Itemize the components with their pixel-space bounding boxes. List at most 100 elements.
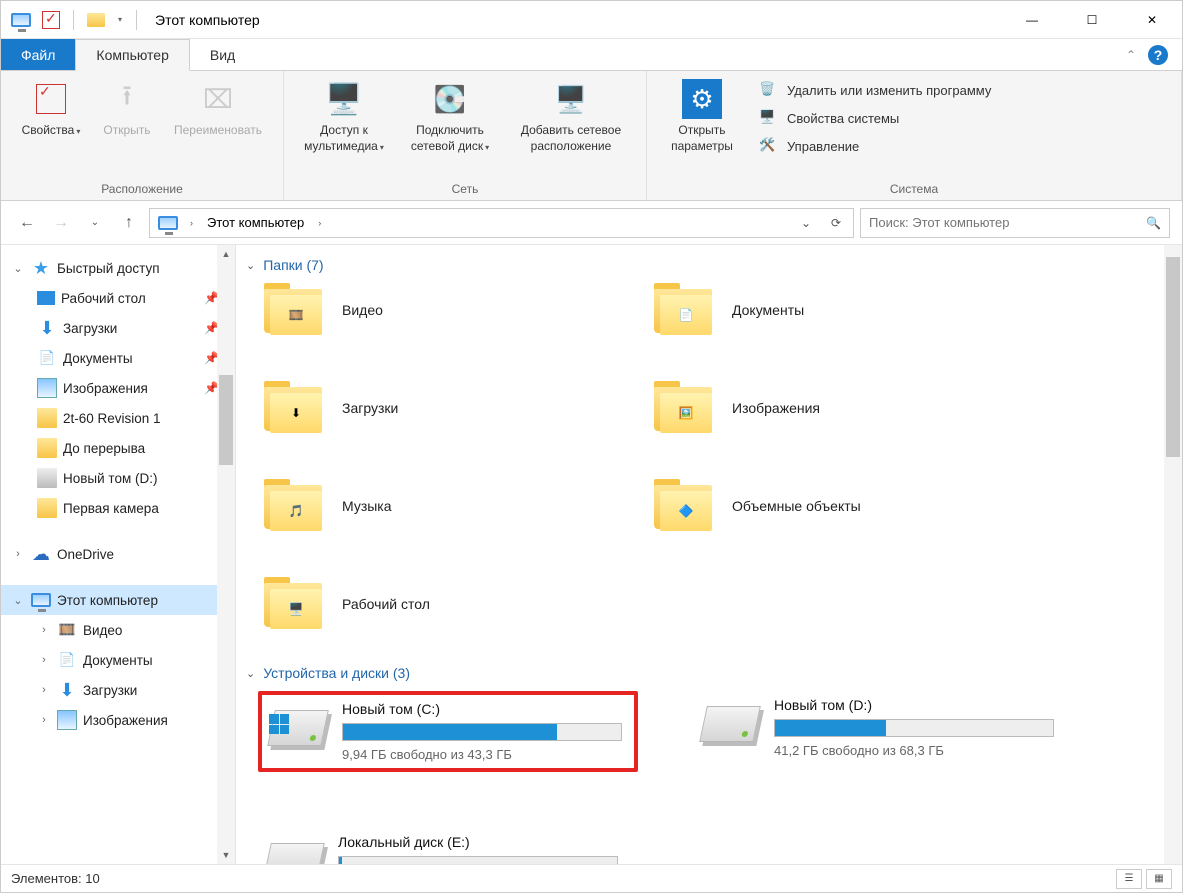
drives-grid: Новый том (C:) 9,94 ГБ свободно из 43,3 …	[246, 691, 1172, 864]
rename-icon: ⌧	[198, 79, 238, 119]
breadcrumb[interactable]: Этот компьютер	[201, 211, 310, 234]
sidebar-item-desktop[interactable]: Рабочий стол📌	[1, 283, 235, 313]
chevron-down-icon[interactable]: ⌄	[246, 667, 255, 680]
drive-info: Локальный диск (E:) 28,2 ГБ свободно из …	[338, 834, 632, 864]
expander-icon[interactable]: ⌄	[11, 594, 25, 607]
details-view-button[interactable]: ☰	[1116, 869, 1142, 889]
collapse-ribbon-icon[interactable]: ⌃	[1126, 48, 1136, 62]
qat-folder-icon[interactable]	[84, 8, 108, 32]
add-location-button[interactable]: 🖥️ Добавить сетевое расположение	[506, 75, 636, 154]
sidebar-item-documents[interactable]: 📄Документы📌	[1, 343, 235, 373]
section-header-folders[interactable]: ⌄ Папки (7)	[246, 253, 1172, 283]
sidebar-item-documents[interactable]: ›📄Документы	[1, 645, 235, 675]
sidebar-this-pc[interactable]: ⌄ Этот компьютер	[1, 585, 235, 615]
sidebar-item-folder[interactable]: До перерыва	[1, 433, 235, 463]
open-settings-button[interactable]: ⚙ Открыть параметры	[657, 75, 747, 154]
chevron-right-icon[interactable]: ›	[186, 218, 197, 228]
title-bar: ▾ Этот компьютер ― ☐ ✕	[1, 1, 1182, 39]
folder-item[interactable]: 🔷 Объемные объекты	[654, 479, 1034, 533]
monitor-icon	[31, 590, 51, 610]
forward-button[interactable]: →	[47, 209, 75, 237]
expander-icon[interactable]: ›	[37, 624, 51, 636]
sidebar-item-pictures[interactable]: Изображения📌	[1, 373, 235, 403]
tab-view[interactable]: Вид	[190, 39, 255, 70]
tab-computer[interactable]: Компьютер	[75, 39, 189, 71]
folder-label: Документы	[732, 302, 804, 318]
help-icon[interactable]: ?	[1148, 45, 1168, 65]
chevron-down-icon[interactable]: ⌄	[246, 259, 255, 272]
minimize-button[interactable]: ―	[1002, 1, 1062, 39]
chevron-right-icon[interactable]: ›	[314, 218, 325, 228]
search-box[interactable]: 🔍	[860, 208, 1170, 238]
folder-item[interactable]: 🎞️ Видео	[264, 283, 644, 337]
folder-item[interactable]: 🖥️ Рабочий стол	[264, 577, 644, 631]
folder-icon: 🔷	[654, 479, 716, 533]
video-icon: 🎞️	[57, 620, 77, 640]
scroll-up-icon[interactable]: ▲	[217, 245, 235, 263]
expander-icon[interactable]: ›	[37, 654, 51, 666]
folder-icon: 🖥️	[264, 577, 326, 631]
qat-dropdown-icon[interactable]: ▾	[114, 15, 126, 24]
sidebar-item-downloads[interactable]: ⬇Загрузки📌	[1, 313, 235, 343]
folder-icon: 🖼️	[654, 381, 716, 435]
scroll-down-icon[interactable]: ▼	[217, 846, 235, 864]
ribbon-group-network: 🖥️ Доступ к мультимедиа 💽 Подключить сет…	[284, 71, 647, 200]
large-icons-view-button[interactable]: ▦	[1146, 869, 1172, 889]
pictures-icon	[57, 710, 77, 730]
uninstall-button[interactable]: 🗑️ Удалить или изменить программу	[759, 81, 991, 99]
sidebar-item-folder[interactable]: Первая камера	[1, 493, 235, 523]
folder-icon: 🎞️	[264, 283, 326, 337]
separator	[73, 10, 74, 30]
search-icon[interactable]: 🔍	[1146, 216, 1161, 230]
refresh-button[interactable]: ⟳	[823, 216, 849, 230]
drive-item[interactable]: Новый том (C:) 9,94 ГБ свободно из 43,3 …	[258, 691, 638, 772]
sidebar-quick-access[interactable]: ⌄ ★ Быстрый доступ	[1, 253, 235, 283]
back-button[interactable]: ←	[13, 209, 41, 237]
sidebar-onedrive[interactable]: › ☁ OneDrive	[1, 539, 235, 569]
drive-item[interactable]: Локальный диск (E:) 28,2 ГБ свободно из …	[258, 828, 638, 864]
folder-item[interactable]: 📄 Документы	[654, 283, 1034, 337]
content-scrollbar[interactable]	[1164, 245, 1182, 864]
sidebar-item-drive[interactable]: Новый том (D:)	[1, 463, 235, 493]
search-input[interactable]	[869, 215, 1146, 230]
map-drive-button[interactable]: 💽 Подключить сетевой диск	[400, 75, 500, 154]
sidebar-scrollbar[interactable]: ▲ ▼	[217, 245, 235, 864]
qat-properties-icon[interactable]	[39, 8, 63, 32]
expander-icon[interactable]: ›	[37, 714, 51, 726]
close-button[interactable]: ✕	[1122, 1, 1182, 39]
sidebar-item-downloads[interactable]: ›⬇Загрузки	[1, 675, 235, 705]
sidebar-item-folder[interactable]: 2t-60 Revision 1	[1, 403, 235, 433]
folder-item[interactable]: 🖼️ Изображения	[654, 381, 1034, 435]
folder-icon	[37, 408, 57, 428]
up-button[interactable]: ↑	[115, 209, 143, 237]
folder-item[interactable]: ⬇ Загрузки	[264, 381, 644, 435]
folder-item[interactable]: 🎵 Музыка	[264, 479, 644, 533]
section-header-drives[interactable]: ⌄ Устройства и диски (3)	[246, 661, 1172, 691]
group-label-network: Сеть	[294, 178, 636, 200]
group-label-location: Расположение	[11, 178, 273, 200]
media-access-button[interactable]: 🖥️ Доступ к мультимедиа	[294, 75, 394, 154]
expander-icon[interactable]: ›	[11, 548, 25, 560]
sidebar-item-videos[interactable]: ›🎞️Видео	[1, 615, 235, 645]
drive-usage-bar	[342, 723, 622, 741]
maximize-button[interactable]: ☐	[1062, 1, 1122, 39]
address-dropdown-icon[interactable]: ⌄	[793, 216, 819, 230]
drive-item[interactable]: Новый том (D:) 41,2 ГБ свободно из 68,3 …	[694, 691, 1074, 772]
manage-icon: 🛠️	[759, 137, 777, 155]
system-properties-button[interactable]: 🖥️ Свойства системы	[759, 109, 991, 127]
rename-button[interactable]: ⌧ Переименовать	[163, 75, 273, 139]
manage-button[interactable]: 🛠️ Управление	[759, 137, 991, 155]
tab-file[interactable]: Файл	[1, 39, 75, 70]
properties-button[interactable]: Свойства	[11, 75, 91, 139]
address-bar[interactable]: › Этот компьютер › ⌄ ⟳	[149, 208, 854, 238]
quick-access-toolbar: ▾	[1, 8, 149, 32]
media-icon: 🖥️	[324, 79, 364, 119]
recent-dropdown-icon[interactable]: ⌄	[81, 209, 109, 237]
sidebar-item-pictures[interactable]: ›Изображения	[1, 705, 235, 735]
scrollbar-thumb[interactable]	[1166, 257, 1180, 457]
expander-icon[interactable]: ⌄	[11, 262, 25, 275]
open-button[interactable]: ⭱ Открыть	[97, 75, 157, 139]
expander-icon[interactable]: ›	[37, 684, 51, 696]
scrollbar-thumb[interactable]	[219, 375, 233, 465]
cloud-icon: ☁	[31, 544, 51, 564]
